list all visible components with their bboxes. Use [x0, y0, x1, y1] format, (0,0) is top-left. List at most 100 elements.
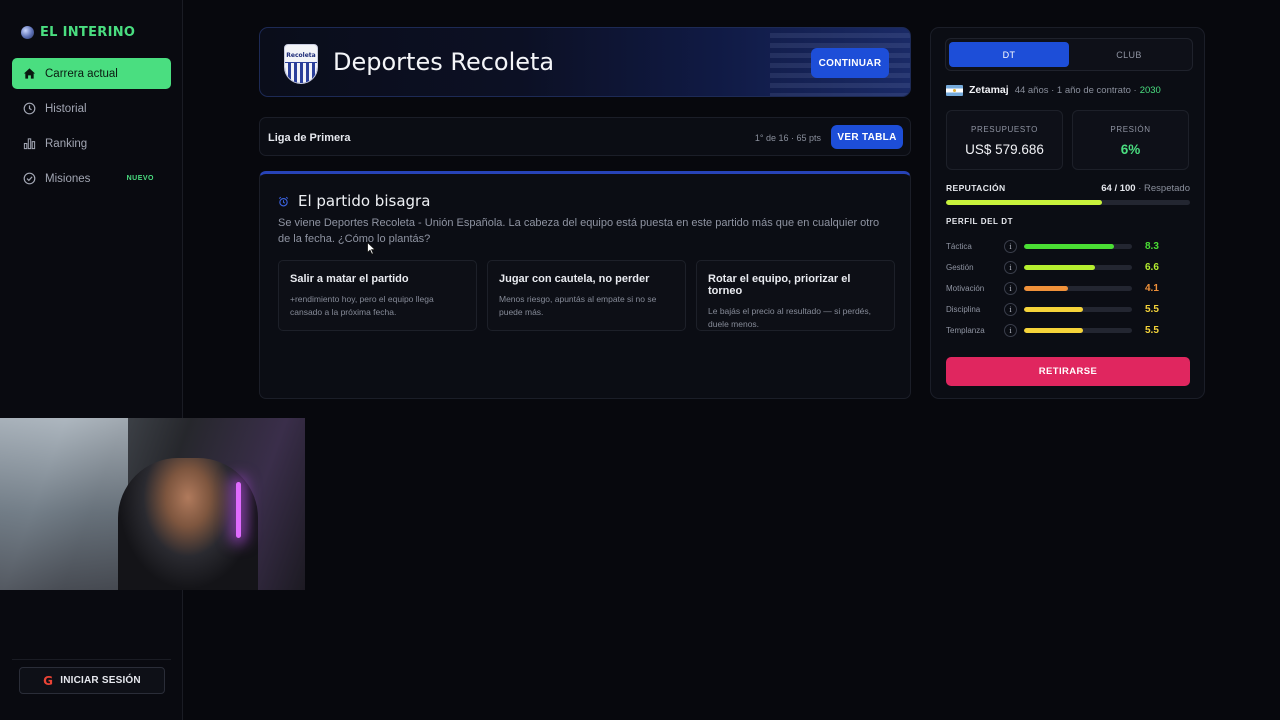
coach-info: Zetamaj 44 años · 1 año de contrato · 20… — [946, 84, 1161, 96]
sidebar-item-label: Historial — [45, 102, 87, 115]
option-attack[interactable]: Salir a matar el partido +rendimiento ho… — [278, 260, 477, 331]
alarm-clock-icon — [278, 195, 290, 207]
sidebar-item-label: Misiones — [45, 172, 91, 185]
team-name: Deportes Recoleta — [333, 48, 555, 76]
attribute-row: Disciplina i 5.5 — [946, 299, 1176, 320]
info-icon[interactable]: i — [1004, 261, 1017, 274]
coach-panel: DT CLUB Zetamaj 44 años · 1 año de contr… — [930, 27, 1205, 399]
pressure-box: PRESIÓN 6% — [1072, 110, 1189, 170]
crest-bands — [285, 63, 317, 83]
budget-box: PRESUPUESTO US$ 579.686 — [946, 110, 1063, 170]
sidebar: EL INTERINO Carrera actual Historial Ran… — [0, 0, 183, 720]
panel-tabs: DT CLUB — [945, 38, 1193, 71]
webcam-background — [0, 418, 128, 590]
webcam-overlay — [0, 418, 305, 590]
league-name: Liga de Primera — [268, 132, 351, 144]
sidebar-item-misiones[interactable]: Misiones NUEVO — [12, 163, 171, 194]
sidebar-item-historial[interactable]: Historial — [12, 93, 171, 124]
webcam-light — [236, 482, 241, 538]
attribute-bar — [1024, 265, 1132, 270]
sidebar-item-label: Ranking — [45, 137, 88, 150]
attribute-value: 5.5 — [1145, 304, 1159, 315]
check-circle-icon — [22, 172, 36, 186]
match-title: El partido bisagra — [298, 192, 431, 210]
attribute-list: Táctica i 8.3 Gestión i 6.6 Motivación i 4.1 Disc… — [946, 236, 1176, 341]
reputation-status: · Respetado — [1138, 183, 1190, 194]
login-button[interactable]: G INICIAR SESIÓN — [19, 667, 165, 694]
continue-button[interactable]: CONTINUAR — [811, 48, 889, 78]
attribute-bar-fill — [1024, 286, 1069, 291]
google-icon: G — [43, 673, 54, 688]
argentina-flag-icon — [946, 84, 963, 96]
brand[interactable]: EL INTERINO — [21, 23, 135, 41]
view-table-button[interactable]: VER TABLA — [831, 125, 903, 149]
attribute-value: 4.1 — [1145, 283, 1159, 294]
option-description: +rendimiento hoy, pero el equipo llega c… — [290, 294, 434, 317]
team-crest: Recoleta — [284, 44, 318, 84]
attribute-bar-fill — [1024, 328, 1084, 333]
attribute-value: 8.3 — [1145, 241, 1159, 252]
attribute-bar — [1024, 307, 1132, 312]
attribute-name: Gestión — [946, 263, 974, 272]
info-icon[interactable]: i — [1004, 240, 1017, 253]
option-title: Rotar el equipo, priorizar el torneo — [708, 273, 851, 297]
attribute-row: Gestión i 6.6 — [946, 257, 1176, 278]
option-description: Le bajás el precio al resultado — si per… — [708, 306, 872, 329]
attribute-value: 5.5 — [1145, 325, 1159, 336]
login-label: INICIAR SESIÓN — [60, 675, 141, 686]
reputation-row: REPUTACIÓN 64 / 100 · Respetado — [946, 183, 1190, 194]
attribute-name: Motivación — [946, 284, 985, 293]
info-icon[interactable]: i — [1004, 303, 1017, 316]
attribute-bar-fill — [1024, 307, 1084, 312]
attribute-value: 6.6 — [1145, 262, 1159, 273]
divider — [12, 659, 171, 660]
attribute-bar-fill — [1024, 265, 1096, 270]
tab-club[interactable]: CLUB — [1069, 42, 1189, 67]
profile-title: PERFIL DEL DT — [946, 217, 1014, 226]
clock-icon — [22, 102, 36, 116]
attribute-row: Motivación i 4.1 — [946, 278, 1176, 299]
option-rotate[interactable]: Rotar el equipo, priorizar el torneo Le … — [696, 260, 895, 331]
app-title: EL INTERINO — [40, 24, 136, 40]
pressure-value: 6% — [1120, 142, 1141, 157]
attribute-bar-fill — [1024, 244, 1114, 249]
contract-year: 2030 — [1139, 84, 1161, 96]
attribute-row: Templanza i 5.5 — [946, 320, 1176, 341]
coach-meta: 44 años · 1 año de contrato · — [1014, 84, 1137, 96]
budget-label: PRESUPUESTO — [971, 125, 1038, 134]
globe-icon — [21, 25, 34, 39]
reputation-score: 64 / 100 — [1101, 183, 1136, 194]
attribute-name: Táctica — [946, 242, 972, 251]
coach-name: Zetamaj — [969, 84, 1009, 96]
tab-dt[interactable]: DT — [949, 42, 1069, 67]
home-icon — [22, 67, 36, 81]
match-title-row: El partido bisagra — [278, 192, 430, 210]
league-bar: Liga de Primera 1° de 16 · 65 pts VER TA… — [259, 117, 911, 156]
match-event-card: El partido bisagra Se viene Deportes Rec… — [259, 171, 911, 399]
budget-value: US$ 579.686 — [965, 142, 1044, 157]
option-title: Salir a matar el partido — [290, 273, 409, 285]
sidebar-nav: Carrera actual Historial Ranking Misione… — [12, 58, 171, 198]
sidebar-item-label: Carrera actual — [45, 67, 118, 80]
retire-button[interactable]: RETIRARSE — [946, 357, 1190, 386]
attribute-bar — [1024, 244, 1132, 249]
pressure-label: PRESIÓN — [1110, 125, 1151, 134]
sidebar-item-carrera-actual[interactable]: Carrera actual — [12, 58, 171, 89]
bar-chart-icon — [22, 137, 36, 151]
info-icon[interactable]: i — [1004, 282, 1017, 295]
crest-label: Recoleta — [286, 52, 316, 59]
attribute-name: Templanza — [946, 326, 985, 335]
sidebar-item-ranking[interactable]: Ranking — [12, 128, 171, 159]
reputation-bar — [946, 200, 1190, 205]
reputation-bar-fill — [946, 200, 1103, 205]
new-badge: NUEVO — [126, 175, 154, 182]
option-cautious[interactable]: Jugar con cautela, no perder Menos riesg… — [487, 260, 686, 331]
attribute-row: Táctica i 8.3 — [946, 236, 1176, 257]
attribute-name: Disciplina — [946, 305, 981, 314]
reputation-label: REPUTACIÓN — [946, 183, 1006, 193]
info-icon[interactable]: i — [1004, 324, 1017, 337]
team-header: Recoleta Deportes Recoleta CONTINUAR — [259, 27, 911, 97]
option-title: Jugar con cautela, no perder — [499, 273, 650, 285]
mouse-cursor-icon — [367, 242, 376, 255]
reputation-score-wrap: 64 / 100 · Respetado — [1101, 183, 1190, 194]
